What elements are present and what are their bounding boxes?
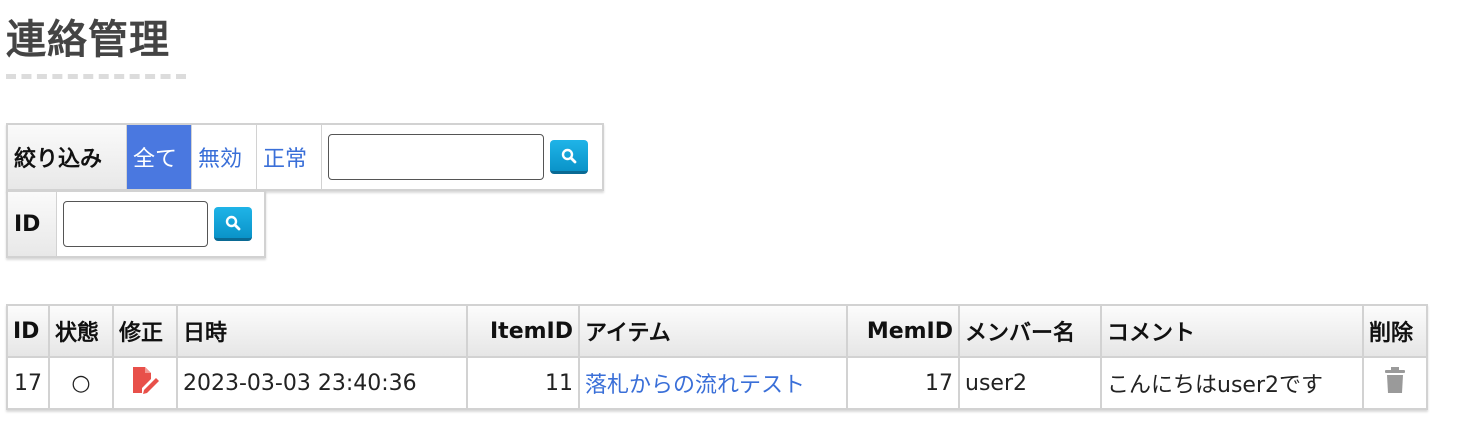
cell-mem-id: 17 bbox=[846, 356, 960, 410]
id-filter-label: ID bbox=[8, 192, 57, 256]
edit-document-icon[interactable] bbox=[130, 366, 160, 400]
page-title: 連絡管理 bbox=[6, 17, 170, 63]
col-datetime[interactable]: 日時 bbox=[176, 304, 468, 358]
item-link[interactable]: 落札からの流れテスト bbox=[578, 356, 848, 410]
table-row: 17 ○ 2023-03-03 23:40:36 11 落札からの流れテスト 1… bbox=[6, 356, 1428, 410]
trash-icon[interactable] bbox=[1384, 367, 1406, 399]
col-member-name[interactable]: メンバー名 bbox=[958, 304, 1102, 358]
cell-status: ○ bbox=[48, 356, 114, 410]
cell-datetime: 2023-03-03 23:40:36 bbox=[176, 356, 468, 410]
filter-option-invalid[interactable]: 無効 bbox=[192, 125, 257, 189]
cell-member-name: user2 bbox=[958, 356, 1102, 410]
id-filter-button-cell bbox=[208, 192, 260, 256]
col-item-id[interactable]: ItemID bbox=[466, 304, 580, 358]
contact-table: ID 状態 修正 日時 ItemID アイテム MemID メンバー名 コメント… bbox=[6, 304, 1428, 410]
filter-bar: 絞り込み 全て 無効 正常 bbox=[6, 123, 604, 191]
filter-label: 絞り込み bbox=[8, 125, 127, 189]
cell-comment: こんにちはuser2です bbox=[1100, 356, 1364, 410]
table-header-row: ID 状態 修正 日時 ItemID アイテム MemID メンバー名 コメント… bbox=[6, 304, 1428, 358]
title-underline bbox=[6, 74, 186, 79]
search-icon bbox=[225, 215, 241, 230]
col-status[interactable]: 状態 bbox=[48, 304, 114, 358]
col-item[interactable]: アイテム bbox=[578, 304, 848, 358]
cell-edit bbox=[112, 356, 178, 410]
id-filter-input-cell bbox=[57, 192, 208, 256]
col-edit: 修正 bbox=[112, 304, 178, 358]
filter-search-cell bbox=[322, 125, 544, 189]
id-filter-input[interactable] bbox=[63, 201, 208, 247]
cell-id: 17 bbox=[6, 356, 50, 410]
id-search-button[interactable] bbox=[214, 207, 252, 241]
col-comment[interactable]: コメント bbox=[1100, 304, 1364, 358]
id-filter-bar: ID bbox=[6, 190, 266, 258]
filter-search-input[interactable] bbox=[328, 134, 544, 180]
filter-search-button-cell bbox=[544, 125, 596, 189]
filter-option-all[interactable]: 全て bbox=[127, 125, 192, 189]
filter-search-button[interactable] bbox=[550, 140, 588, 174]
filter-option-normal[interactable]: 正常 bbox=[257, 125, 322, 189]
col-delete: 削除 bbox=[1362, 304, 1428, 358]
cell-item-id: 11 bbox=[466, 356, 580, 410]
search-icon bbox=[561, 148, 577, 163]
cell-delete bbox=[1362, 356, 1428, 410]
col-id[interactable]: ID bbox=[6, 304, 50, 358]
col-mem-id[interactable]: MemID bbox=[846, 304, 960, 358]
